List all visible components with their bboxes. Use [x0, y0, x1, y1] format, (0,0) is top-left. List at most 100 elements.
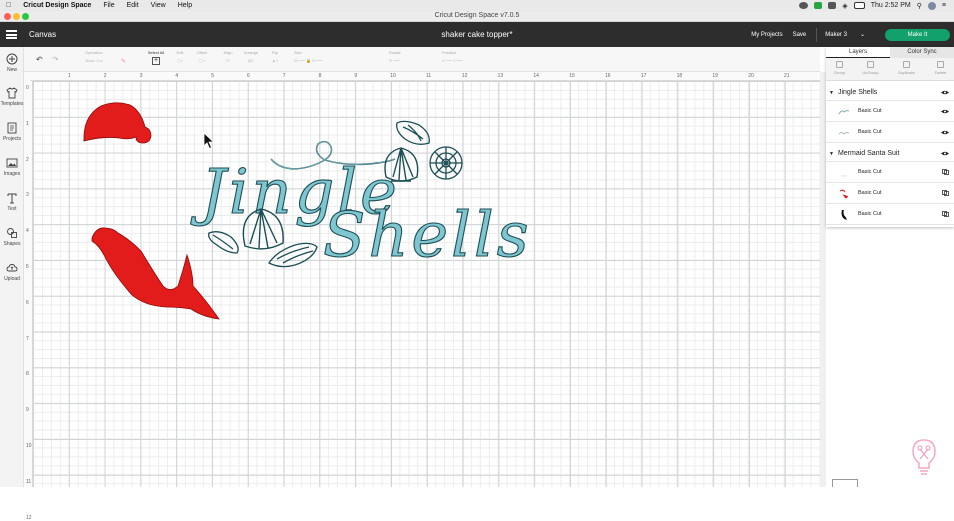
delete-button[interactable]: Delete — [928, 61, 953, 75]
arrange-button[interactable]: Arrange ▤˅ — [239, 50, 263, 63]
align-icon: ≡˅ — [225, 58, 231, 63]
sidebar-label-templates: Templates — [0, 101, 24, 107]
select-all-label: Select All — [147, 50, 165, 55]
sidebar-item-images[interactable]: Images — [0, 157, 24, 177]
ungroup-button[interactable]: UnGroup — [858, 61, 883, 75]
visibility-eye-icon[interactable] — [941, 130, 949, 135]
sidebar-item-projects[interactable]: Projects — [0, 122, 24, 142]
group-button[interactable]: Group — [827, 61, 852, 75]
layer-thumbnail — [841, 175, 847, 177]
ungroup-label: UnGroup — [862, 70, 879, 75]
ruler-top-tick: 5 — [211, 73, 214, 79]
offset-button[interactable]: Offset ▢˅ — [192, 50, 212, 63]
my-projects-link[interactable]: My Projects — [751, 32, 782, 38]
status-box-icon[interactable] — [828, 2, 837, 9]
layer-thumbnail — [838, 132, 850, 135]
ruler-left-tick: 10 — [26, 443, 32, 449]
flip-button[interactable]: Flip ▲˅ — [267, 50, 283, 63]
ruler-top-tick: 11 — [426, 73, 432, 79]
size-fields[interactable]: Size W ⎯⎯⎯ 🔒 H ⎯⎯⎯ — [294, 50, 354, 63]
ruler-left-tick: 5 — [26, 264, 29, 270]
arrange-label: Arrange — [243, 50, 259, 55]
menu-edit[interactable]: Edit — [127, 2, 139, 9]
rotate-icon: ↻ ⎯⎯⎯ — [389, 58, 400, 63]
undo-icon[interactable]: ↶ — [36, 55, 43, 64]
status-green-icon[interactable] — [814, 2, 823, 9]
align-button[interactable]: Align ≡˅ — [220, 50, 236, 63]
layer-group-jingle-shells[interactable]: ▼ Jingle Shells — [826, 85, 954, 101]
tab-layers[interactable]: Layers — [826, 47, 890, 58]
position-fields[interactable]: Position X ⎯⎯⎯ Y ⎯⎯⎯ — [442, 50, 502, 63]
caret-down-icon[interactable]: ▼ — [829, 90, 834, 96]
layer-group-mermaid-santa-suit[interactable]: ▼ Mermaid Santa Suit — [826, 146, 954, 162]
clock-text[interactable]: Thu 2:52 PM — [871, 2, 911, 9]
layer-row[interactable]: Basic Cut — [826, 204, 954, 225]
select-all-button[interactable]: Select All + — [141, 50, 171, 65]
app-header: Canvas shaker cake topper* My Projects S… — [0, 22, 954, 47]
apple-icon[interactable]:  — [6, 2, 11, 9]
status-eye-icon[interactable] — [799, 2, 809, 9]
position-inputs[interactable]: X ⎯⎯⎯ Y ⎯⎯⎯ — [442, 58, 502, 63]
sidebar-item-upload[interactable]: Upload — [0, 262, 24, 282]
layer-row[interactable]: Basic Cut — [826, 101, 954, 122]
edit-button[interactable]: Edit ▢˅ — [172, 50, 188, 63]
menu-file[interactable]: File — [103, 2, 114, 9]
menu-view[interactable]: View — [151, 2, 166, 9]
layer-label: Basic Cut — [858, 129, 882, 135]
caret-down-icon[interactable]: ▼ — [829, 151, 834, 157]
user-avatar-icon[interactable] — [927, 1, 936, 10]
offset-label: Offset — [196, 50, 208, 55]
shapes-icon — [7, 228, 17, 238]
machine-select[interactable]: Maker 3 ⌄ — [825, 31, 875, 39]
menu-app-name[interactable]: Cricut Design Space — [23, 2, 91, 9]
make-it-button[interactable]: Make It — [885, 28, 950, 41]
save-button[interactable]: Save — [793, 32, 807, 38]
sidebar-item-text[interactable]: Text — [0, 192, 24, 212]
ruler-top: 1 2 3 4 5 6 7 8 9 10 11 12 13 14 15 16 17 18 19 20 21 — [30, 72, 820, 81]
left-sidebar: New Templates Projects Images Text Shape… — [0, 47, 24, 487]
layer-row[interactable]: Basic Cut — [826, 183, 954, 204]
ruler-top-tick: 14 — [533, 73, 539, 79]
position-label: Position — [442, 50, 457, 55]
menu-help[interactable]: Help — [178, 2, 192, 9]
offset-icon: ▢˅ — [198, 58, 206, 63]
battery-icon[interactable] — [853, 2, 865, 9]
ruler-top-tick: 3 — [139, 73, 143, 79]
ruler-left-tick: 12 — [26, 514, 32, 521]
visibility-eye-icon[interactable] — [941, 90, 949, 95]
duplicate-icon — [903, 61, 910, 68]
visibility-eye-icon[interactable] — [941, 151, 949, 156]
size-inputs[interactable]: W ⎯⎯⎯ 🔒 H ⎯⎯⎯ — [294, 58, 354, 63]
redo-icon[interactable]: ↷ — [52, 55, 59, 64]
sidebar-item-new[interactable]: New — [0, 53, 24, 73]
machine-label: Maker 3 — [825, 31, 847, 38]
menu-list-icon[interactable]: ≡ — [942, 2, 946, 9]
layer-label: Basic Cut — [858, 108, 882, 114]
ruler-top-tick: 2 — [103, 73, 107, 79]
search-icon[interactable]: ⚲ — [917, 2, 922, 10]
sidebar-item-shapes[interactable]: Shapes — [0, 227, 24, 247]
wifi-icon[interactable]: ◈ — [842, 2, 847, 10]
duplicate-button[interactable]: Duplicate — [894, 61, 919, 75]
tab-color-sync[interactable]: Color Sync — [890, 47, 954, 58]
ruler-left-tick: 6 — [26, 299, 29, 306]
ruler-top-tick: 20 — [748, 73, 754, 79]
operation-select[interactable]: Operation Basic Cut — [74, 50, 114, 63]
layers-panel: Layers Color Sync Group UnGroup Duplicat… — [826, 47, 954, 227]
sidebar-item-templates[interactable]: Templates — [0, 87, 24, 107]
ruler-left-tick: 11 — [26, 478, 32, 485]
design-canvas-grid[interactable] — [33, 81, 820, 487]
layer-row[interactable]: Basic Cut — [826, 162, 954, 183]
hidden-eye-icon[interactable] — [942, 211, 949, 217]
ruler-left-tick: 2 — [26, 156, 29, 163]
ruler-top-tick: 6 — [247, 73, 250, 79]
ruler-left-tick: 7 — [26, 335, 29, 342]
rotate-field[interactable]: Rotate ↻ ⎯⎯⎯ — [389, 50, 419, 63]
hidden-eye-icon[interactable] — [942, 169, 949, 175]
ruler-top-tick: 12 — [461, 73, 468, 79]
visibility-eye-icon[interactable] — [941, 109, 949, 114]
layer-row[interactable]: Basic Cut — [826, 122, 954, 143]
hidden-eye-icon[interactable] — [942, 190, 949, 196]
pen-icon[interactable]: ✎ — [121, 58, 126, 65]
canvas-bottom-control[interactable] — [832, 479, 858, 487]
